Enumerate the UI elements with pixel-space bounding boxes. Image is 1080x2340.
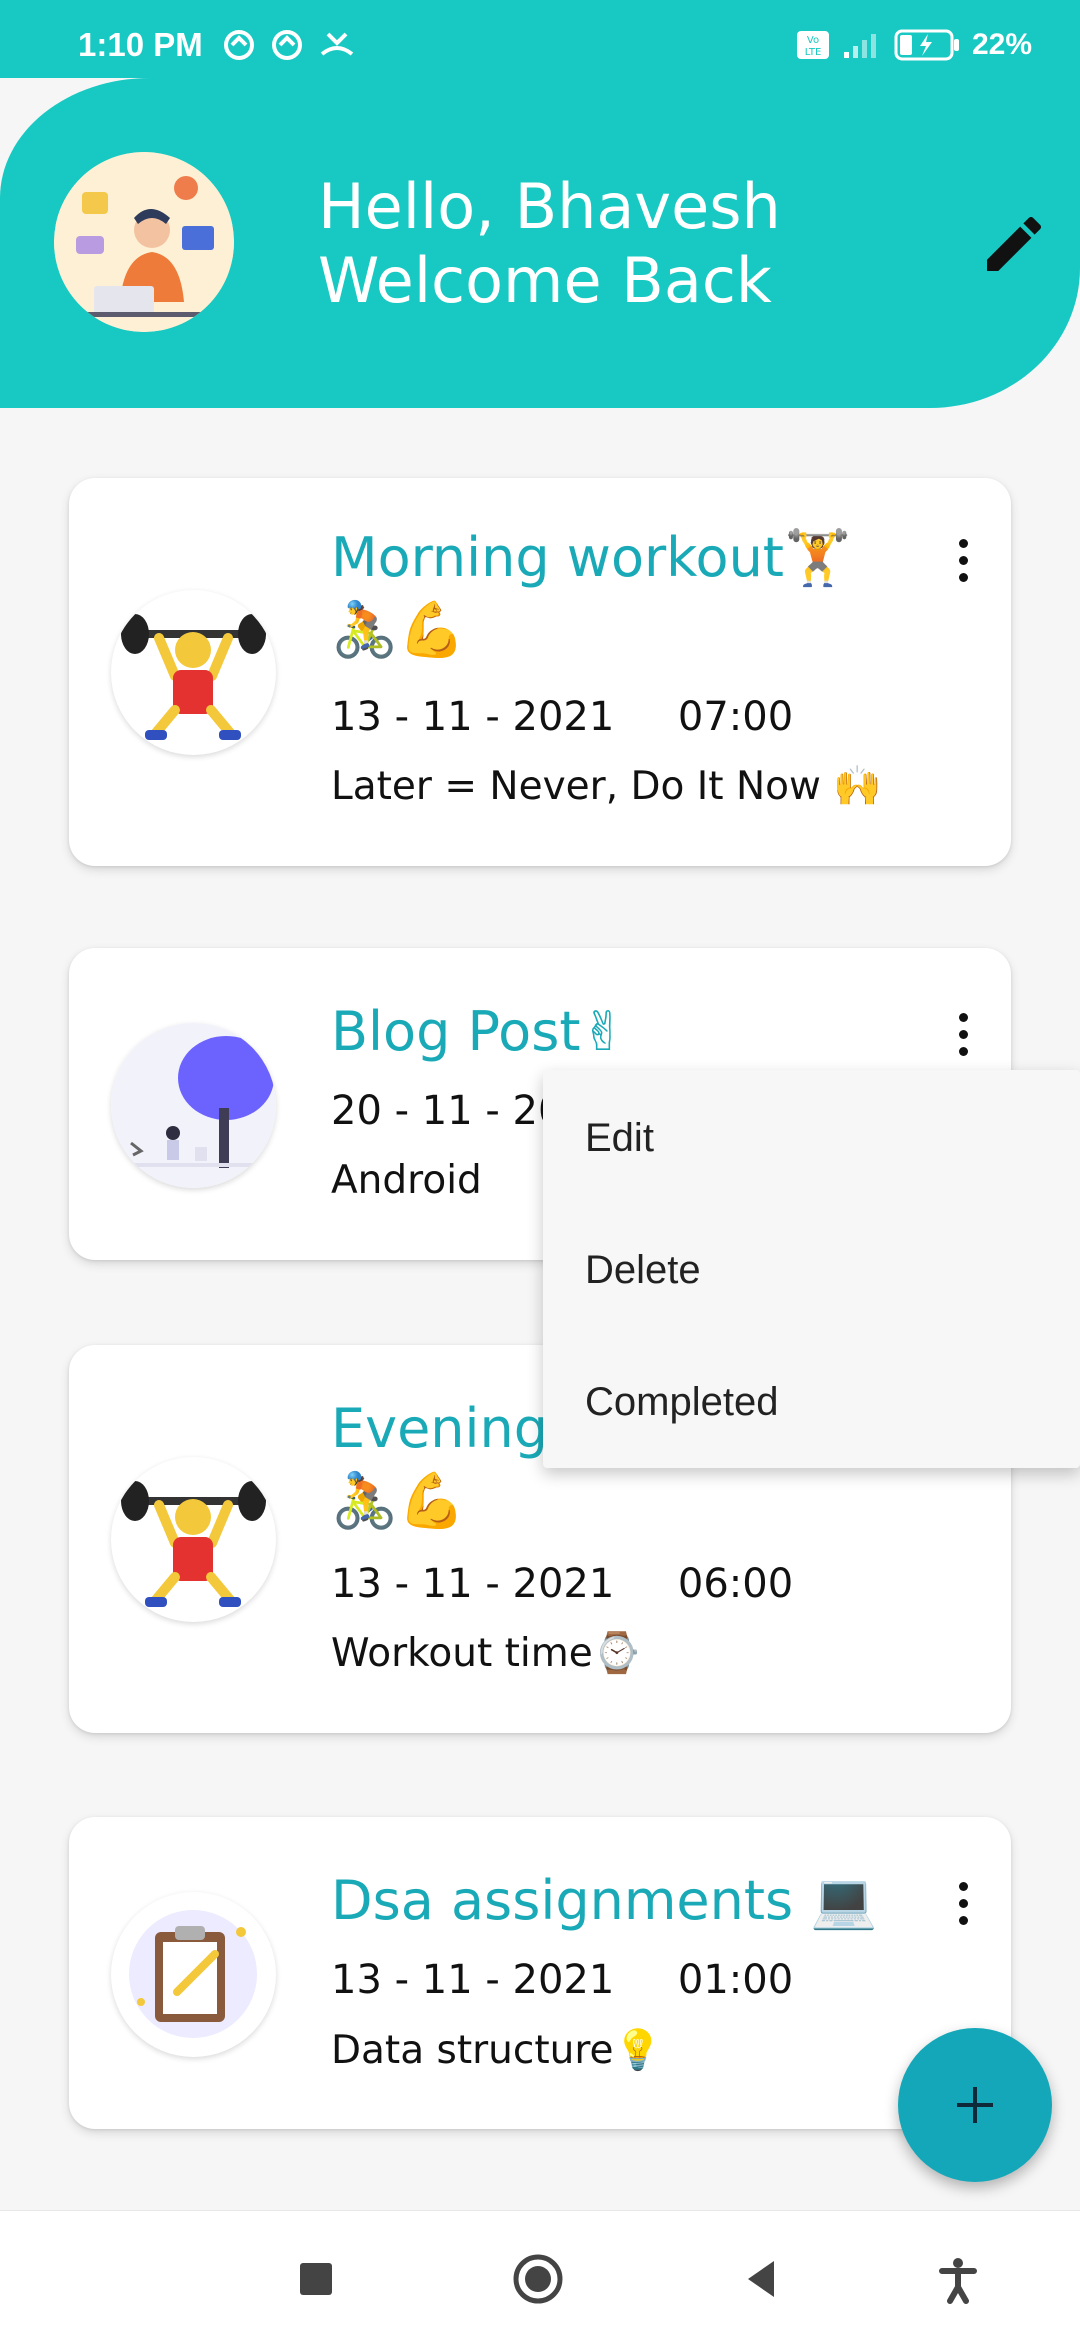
task-title: Dsa assignments 💻 <box>331 1869 878 1932</box>
task-menu-button[interactable] <box>945 1004 981 1064</box>
home-button[interactable] <box>510 2251 566 2307</box>
task-menu-button[interactable] <box>945 530 981 590</box>
status-icons-left <box>222 28 356 62</box>
data-saver-icon <box>224 30 254 60</box>
task-datetime: 13 - 11 - 2021 01:00 <box>331 1957 793 2003</box>
menu-item-edit[interactable]: Edit <box>585 1116 654 1161</box>
menu-item-delete[interactable]: Delete <box>585 1248 701 1293</box>
avatar <box>54 152 234 332</box>
task-card[interactable]: Dsa assignments 💻 13 - 11 - 2021 01:00 D… <box>69 1817 1011 2129</box>
accessibility-button[interactable] <box>930 2251 986 2307</box>
task-note: Data structure💡 <box>331 2028 663 2073</box>
svg-text:LTE: LTE <box>805 47 822 58</box>
greeting-name: Hello, Bhavesh <box>318 170 781 243</box>
task-title-line2: 🚴💪 <box>331 1469 466 1532</box>
svg-text:Vo: Vo <box>807 35 819 46</box>
task-datetime: 13 - 11 - 2021 06:00 <box>331 1561 793 1607</box>
status-bar: 1:10 PM Vo LTE 22% <box>0 0 1080 78</box>
task-note: Later = Never, Do It Now 🙌 <box>331 764 882 809</box>
task-image <box>111 1892 276 2057</box>
pencil-icon <box>987 216 1042 271</box>
task-date: 13 - 11 - 2021 <box>331 1561 615 1607</box>
edit-profile-button[interactable] <box>978 208 1050 280</box>
battery-charging-icon <box>894 29 959 61</box>
back-button[interactable] <box>734 2251 790 2307</box>
task-datetime: 13 - 11 - 2021 07:00 <box>331 694 793 740</box>
task-note: Android <box>331 1158 482 1203</box>
accessibility-icon <box>939 2258 977 2304</box>
add-task-button[interactable] <box>898 2028 1052 2182</box>
volte-icon: VoLTE <box>796 31 829 59</box>
missed-call-icon <box>320 32 354 56</box>
task-date: 13 - 11 - 2021 <box>331 694 615 740</box>
task-title: Morning workout🏋🚴💪 <box>331 526 852 661</box>
header: Hello, Bhavesh Welcome Back <box>0 78 1080 408</box>
task-title: Blog Post✌ <box>331 1000 626 1063</box>
system-nav-bar <box>0 2210 1080 2340</box>
square-icon <box>300 2263 332 2295</box>
task-menu-button[interactable] <box>945 1873 981 1933</box>
signal-icon <box>843 34 876 58</box>
task-note: Workout time⌚ <box>331 1631 642 1676</box>
menu-item-completed[interactable]: Completed <box>585 1380 778 1425</box>
context-menu: Edit Delete Completed <box>543 1070 1080 1468</box>
greeting-welcome: Welcome Back <box>318 244 772 317</box>
greeting: Hello, Bhavesh Welcome Back <box>318 170 781 318</box>
task-image <box>111 590 276 755</box>
task-image <box>111 1023 276 1188</box>
task-time: 01:00 <box>677 1957 794 2003</box>
back-triangle-icon <box>748 2261 774 2297</box>
recents-button[interactable] <box>288 2251 344 2307</box>
home-circle-icon <box>513 2254 563 2304</box>
task-card[interactable]: Morning workout🏋🚴💪 13 - 11 - 2021 07:00 … <box>69 478 1011 866</box>
status-icons-right: Vo LTE 22% <box>796 28 1032 62</box>
task-time: 06:00 <box>677 1561 794 1607</box>
task-time: 07:00 <box>677 694 794 740</box>
data-saver-icon <box>272 30 302 60</box>
battery-percent: 22% <box>971 28 1032 61</box>
status-time: 1:10 PM <box>78 26 203 63</box>
plus-icon <box>957 2087 993 2123</box>
task-image <box>111 1457 276 1622</box>
task-date: 13 - 11 - 2021 <box>331 1957 615 2003</box>
